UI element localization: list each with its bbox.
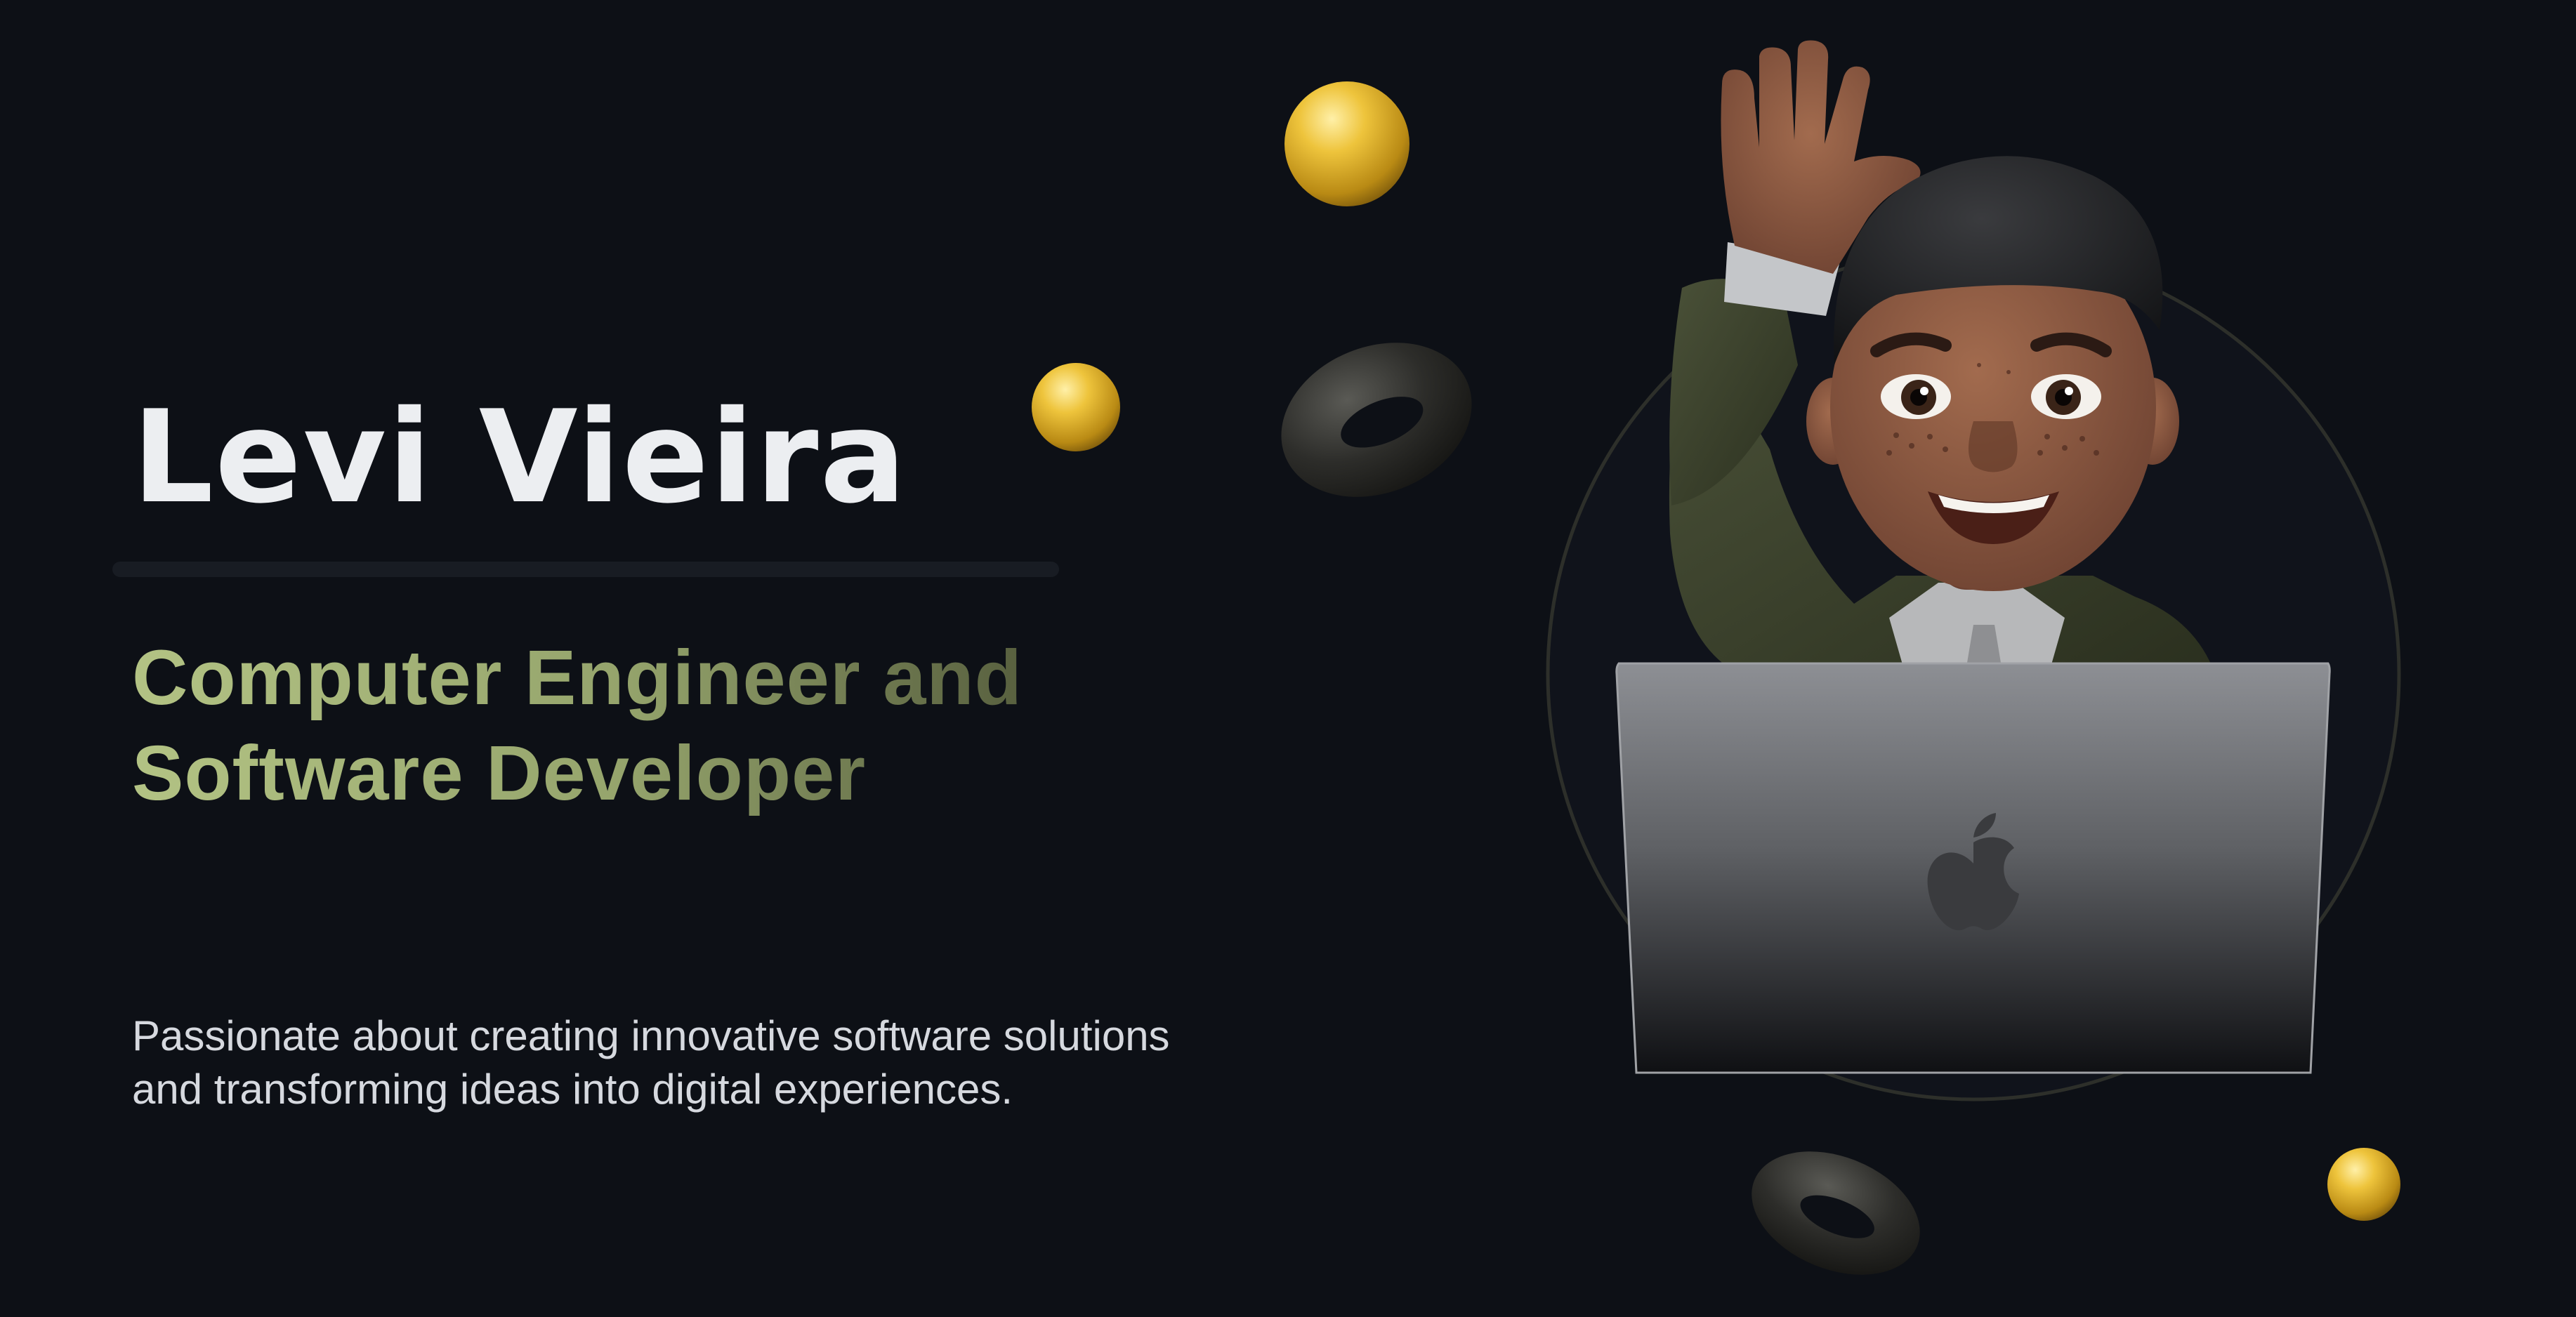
gold-sphere-decor (2327, 1148, 2400, 1221)
laptop-illustration (1615, 662, 2331, 1074)
gold-sphere-decor (1284, 81, 1409, 206)
torus-decor (1752, 1151, 1920, 1275)
gold-sphere-decor (1032, 363, 1120, 451)
torus-decor (1281, 343, 1472, 497)
hero-illustration (1032, 40, 2401, 1275)
